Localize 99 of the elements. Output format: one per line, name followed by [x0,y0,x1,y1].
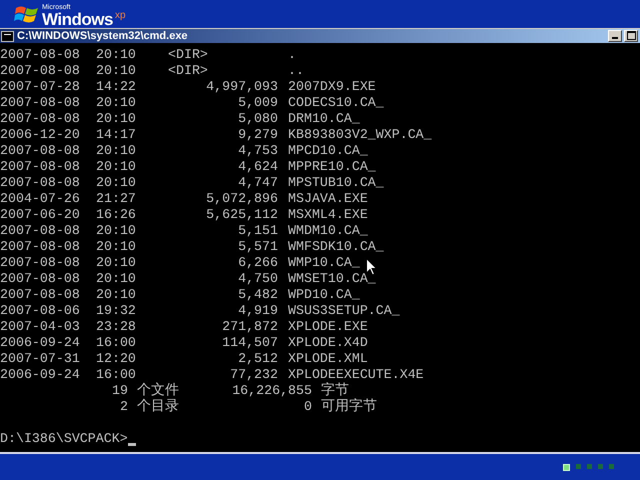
file-name-text: CODECS10.CA_ [288,95,384,111]
file-size-text: 5,080 [237,111,278,127]
time-text: 14:17 [96,127,137,143]
time-text: 21:27 [96,191,137,207]
file-size-text: 5,151 [237,223,278,239]
date-text: 2007-04-03 [0,319,81,335]
time-text: 20:10 [96,255,137,271]
time-text: 20:10 [96,95,137,111]
date-text: 2007-08-08 [0,47,81,63]
window-title: C:\WINDOWS\system32\cmd.exe [17,30,188,42]
time-text: 16:00 [96,335,137,351]
file-size-text: 5,625,112 [205,207,278,223]
file-size-text: 271,872 [221,319,278,335]
file-name-text: DRM10.CA_ [288,111,360,127]
date-text: 2007-07-28 [0,79,81,95]
time-text: 20:10 [96,111,137,127]
time-text: 20:10 [96,271,137,287]
date-text: 2007-08-08 [0,143,81,159]
time-text: 20:10 [96,159,137,175]
file-name-text: WMDM10.CA_ [288,223,368,239]
file-size-text: 4,997,093 [205,79,278,95]
date-text: 2004-07-26 [0,191,81,207]
date-text: 2007-08-08 [0,239,81,255]
time-text: 16:00 [96,367,137,383]
file-size-text: 114,507 [221,335,278,351]
count-text: 19 [111,383,128,399]
time-text: 20:10 [96,223,137,239]
file-name-text: MPPRE10.CA_ [288,159,376,175]
date-text: 2007-08-08 [0,111,81,127]
file-size-text: 5,009 [237,95,278,111]
file-name-text: WMP10.CA_ [288,255,360,271]
file-size-text: 4,624 [237,159,278,175]
unit-label: 字节 [320,383,349,399]
amount-text: 16,226,855 [231,383,312,399]
file-name-text: WMSET10.CA_ [288,271,376,287]
logo-edition-text: xp [114,10,126,21]
time-text: 20:10 [96,47,137,63]
amount-text: 0 [303,399,312,415]
date-text: 2007-08-08 [0,95,81,111]
file-name-text: XPLODE.XML [288,351,368,367]
dir-name-text: .. [288,63,304,79]
file-name-text: XPLODE.X4D [288,335,368,351]
logo-windows-text: Windows [42,11,113,28]
time-text: 14:22 [96,79,137,95]
file-size-text: 4,750 [237,271,278,287]
dir-name-text: . [288,47,296,63]
file-name-text: MSJAVA.EXE [288,191,368,207]
file-size-text: 5,482 [237,287,278,303]
dir-marker-text: <DIR> [168,47,208,63]
file-size-text: 2,512 [237,351,278,367]
date-text: 2007-08-08 [0,223,81,239]
time-text: 20:10 [96,63,137,79]
unit-label: 可用字节 [320,399,377,415]
date-text: 2007-08-08 [0,159,81,175]
file-size-text: 4,753 [237,143,278,159]
time-text: 16:26 [96,207,137,223]
dir-marker-text: <DIR> [168,63,208,79]
summary-label: 个目录 [136,399,180,415]
file-size-text: 4,919 [237,303,278,319]
file-size-text: 9,279 [237,127,278,143]
file-name-text: XPLODEEXECUTE.X4E [288,367,424,382]
text-cursor [128,443,136,446]
file-name-text: MPCD10.CA_ [288,143,368,159]
date-text: 2006-12-20 [0,127,81,143]
file-name-text: KB893803V2_WXP.CA_ [288,127,432,143]
time-text: 12:20 [96,351,137,367]
date-text: 2007-08-08 [0,287,81,303]
file-name-text: WMFSDK10.CA_ [288,239,384,255]
minimize-button[interactable] [608,30,622,42]
date-text: 2007-08-08 [0,63,81,79]
summary-label: 个文件 [136,383,180,399]
date-text: 2007-08-08 [0,271,81,287]
file-size-text: 77,232 [229,367,278,383]
file-name-text: WSUS3SETUP.CA_ [288,303,400,319]
file-name-text: MSXML4.EXE [288,207,368,223]
time-text: 20:10 [96,239,137,255]
date-text: 2007-07-31 [0,351,81,367]
command-prompt: D:\I386\SVCPACK> [0,431,128,447]
date-text: 2007-08-08 [0,255,81,271]
date-text: 2006-09-24 [0,367,81,383]
date-text: 2006-09-24 [0,335,81,351]
time-text: 19:32 [96,303,137,319]
file-name-text: XPLODE.EXE [288,319,368,335]
count-text: 2 [119,399,128,415]
time-text: 23:28 [96,319,137,335]
file-size-text: 4,747 [237,175,278,191]
date-text: 2007-08-06 [0,303,81,319]
date-text: 2007-08-08 [0,175,81,191]
file-size-text: 5,072,896 [205,191,278,207]
time-text: 20:10 [96,175,137,191]
file-size-text: 5,571 [237,239,278,255]
date-text: 2007-06-20 [0,207,81,223]
file-name-text: MPSTUB10.CA_ [288,175,384,191]
maximize-button[interactable] [624,30,638,42]
file-name-text: 2007DX9.EXE [288,79,376,95]
time-text: 20:10 [96,287,137,303]
file-size-text: 6,266 [237,255,278,271]
time-text: 20:10 [96,143,137,159]
file-name-text: WPD10.CA_ [288,287,360,303]
